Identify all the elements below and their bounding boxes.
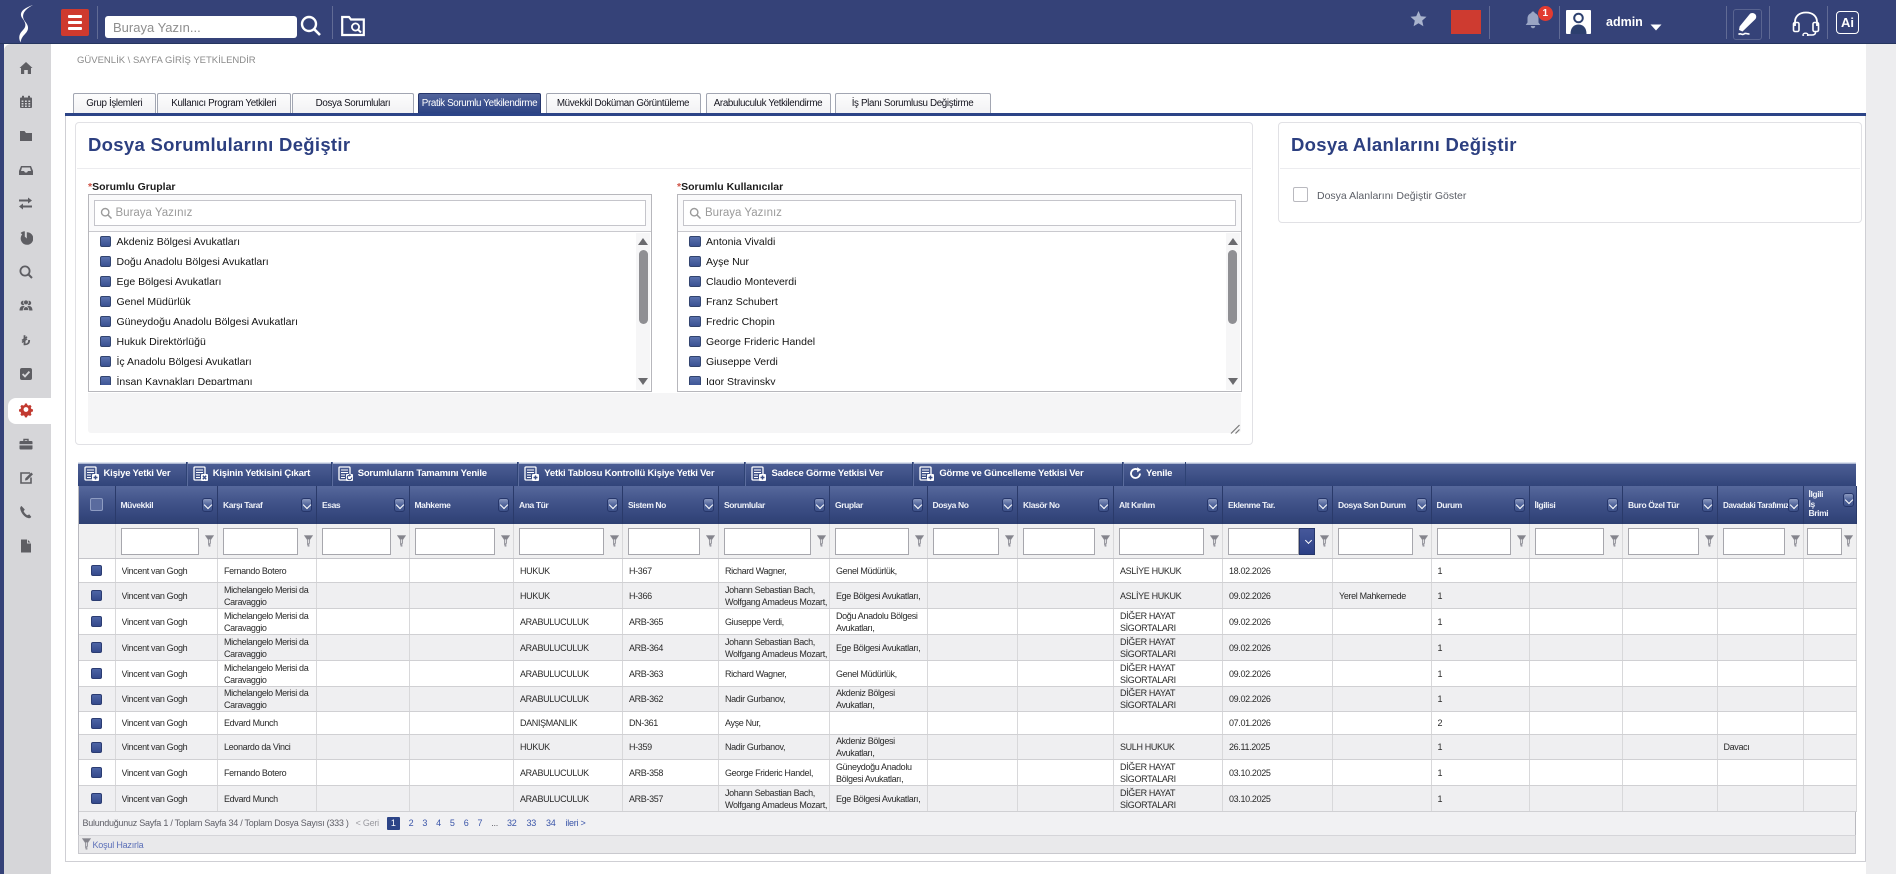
svg-text:₺: ₺ xyxy=(21,333,31,347)
